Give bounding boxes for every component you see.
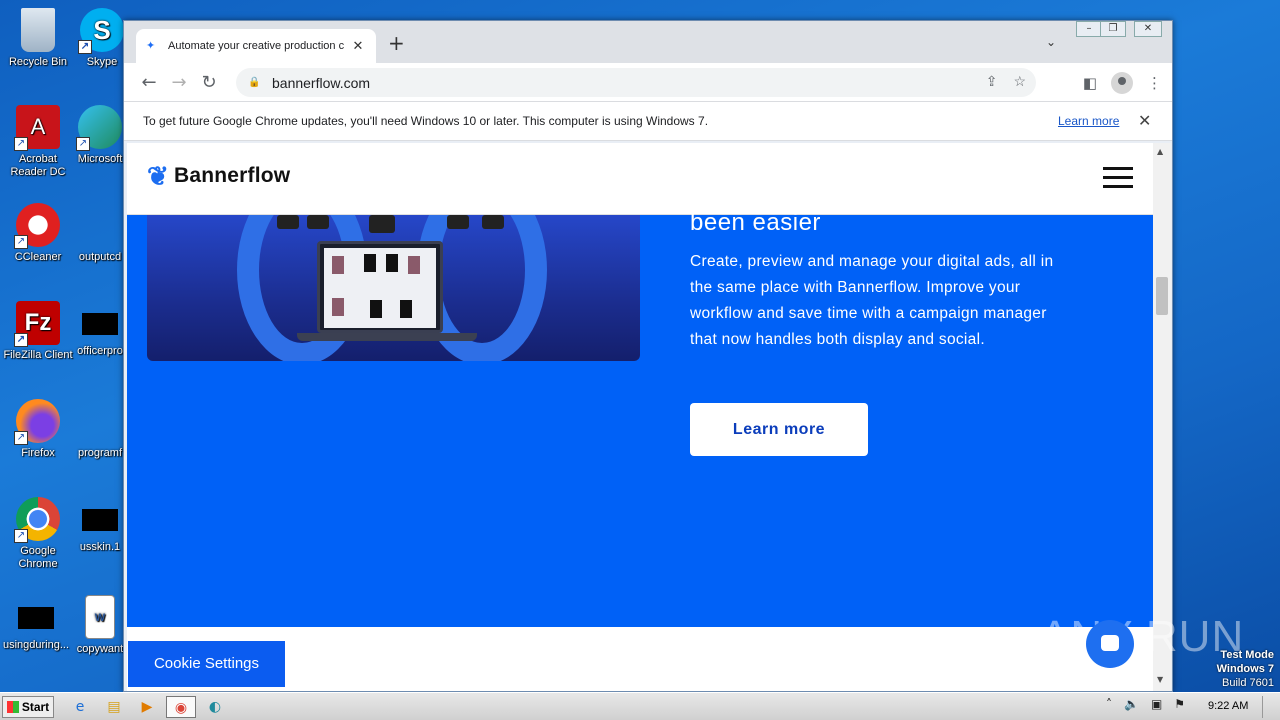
word-document-icon: W bbox=[85, 595, 115, 639]
shortcut-arrow-icon: ↗ bbox=[78, 40, 92, 54]
desktop-icon-label: Recycle Bin bbox=[8, 56, 68, 68]
action-center-flag-icon[interactable]: ⚑ bbox=[1174, 697, 1185, 711]
desktop-icon-label: CCleaner bbox=[14, 251, 62, 263]
new-tab-button[interactable]: + bbox=[388, 33, 405, 53]
share-icon[interactable]: ⇪ bbox=[986, 73, 998, 90]
desktop-icon-usingduring[interactable]: usingduring... bbox=[0, 595, 72, 652]
file-icon bbox=[78, 203, 122, 247]
page-scrollbar[interactable]: ▲ ▼ bbox=[1153, 143, 1171, 691]
tab-title: Automate your creative production c bbox=[168, 40, 345, 52]
forward-arrow-icon[interactable]: → bbox=[164, 72, 194, 93]
chrome-icon: ↗ bbox=[14, 497, 60, 543]
windows-flag-icon bbox=[6, 701, 19, 713]
lock-icon: 🔒 bbox=[248, 76, 261, 88]
butterfly-logo-icon: ❦ bbox=[147, 161, 169, 191]
recycle-bin-icon bbox=[21, 8, 55, 52]
desktop-icon-label: Microsoft bbox=[77, 153, 123, 165]
desktop-icon-label: programf bbox=[77, 447, 123, 459]
menu-kebab-icon[interactable]: ⋮ bbox=[1147, 74, 1162, 92]
minimize-button[interactable]: – bbox=[1076, 21, 1102, 37]
network-icon[interactable]: ▣ bbox=[1151, 697, 1162, 711]
infobar-close-icon[interactable]: ✕ bbox=[1138, 111, 1151, 131]
start-button[interactable]: Start bbox=[2, 696, 54, 718]
desktop-icon-label: FileZilla Client bbox=[3, 349, 73, 361]
volume-icon[interactable]: 🔈 bbox=[1124, 697, 1139, 711]
url-text: bannerflow.com bbox=[272, 74, 371, 91]
desktop-icon-microsoft-edge[interactable]: ↗ Microsoft bbox=[70, 105, 130, 166]
logo-text: Bannerflow bbox=[174, 164, 291, 187]
shortcut-arrow-icon: ↗ bbox=[76, 137, 90, 151]
tray-expand-icon[interactable]: ˄ bbox=[1106, 697, 1112, 711]
scroll-down-icon[interactable]: ▼ bbox=[1157, 675, 1163, 684]
profile-avatar-icon[interactable] bbox=[1111, 72, 1133, 94]
desktop-icon-label: Acrobat Reader DC bbox=[10, 153, 66, 178]
back-arrow-icon[interactable]: ← bbox=[134, 72, 164, 93]
browser-tab[interactable]: ✦ Automate your creative production c ✕ bbox=[136, 29, 376, 63]
show-desktop-button[interactable] bbox=[1262, 696, 1278, 718]
desktop-icon-recycle-bin[interactable]: Recycle Bin bbox=[0, 8, 76, 69]
close-window-button[interactable]: ✕ bbox=[1134, 21, 1162, 37]
taskbar: Start e ▤ ▶ ◉ ◐ ˄ 🔈 ▣ ⚑ 9:22 AM bbox=[0, 692, 1280, 720]
shortcut-arrow-icon: ↗ bbox=[14, 529, 28, 543]
file-icon bbox=[18, 607, 54, 629]
desktop-icon-label: Google Chrome bbox=[18, 545, 58, 570]
learn-more-button[interactable]: Learn more bbox=[690, 403, 868, 456]
side-panel-icon[interactable]: ◧ bbox=[1083, 74, 1097, 92]
site-header: ❦ Bannerflow bbox=[127, 143, 1153, 215]
desktop-icon-label: outputcd bbox=[78, 251, 122, 263]
desktop-icon-label: usingduring... bbox=[2, 639, 70, 651]
infobar-learn-more-link[interactable]: Learn more bbox=[1058, 114, 1119, 128]
chrome-taskbar-icon[interactable]: ◉ bbox=[166, 696, 196, 718]
reload-icon[interactable]: ↻ bbox=[194, 72, 224, 93]
desktop-icon-label: Skype bbox=[86, 56, 118, 68]
bannerflow-logo[interactable]: ❦ Bannerflow bbox=[147, 163, 290, 189]
media-player-icon[interactable]: ▶ bbox=[135, 696, 159, 718]
edge-taskbar-icon[interactable]: ◐ bbox=[203, 696, 227, 718]
acrobat-icon: A ↗ bbox=[14, 105, 60, 151]
edge-icon: ↗ bbox=[76, 105, 122, 151]
chat-widget-icon[interactable] bbox=[1086, 620, 1134, 668]
skype-icon: S ↗ bbox=[78, 8, 124, 54]
hamburger-menu-icon[interactable] bbox=[1103, 167, 1133, 189]
system-tray: ˄ 🔈 ▣ ⚑ bbox=[1106, 697, 1185, 711]
desktop-icon-acrobat[interactable]: A ↗ Acrobat Reader DC bbox=[0, 105, 76, 179]
shortcut-arrow-icon: ↗ bbox=[14, 235, 28, 249]
browser-toolbar: ← → ↻ 🔒 bannerflow.com ⇪ ☆ ◧ ⋮ bbox=[124, 63, 1172, 101]
restore-button[interactable]: ❐ bbox=[1100, 21, 1126, 37]
bannerflow-favicon-icon: ✦ bbox=[146, 40, 156, 52]
tab-search-chevron-icon[interactable]: ⌄ bbox=[1046, 35, 1056, 49]
firefox-icon: ↗ bbox=[14, 399, 60, 445]
desktop-icon-label: usskin.1 bbox=[79, 541, 121, 553]
desktop-icon-label: Firefox bbox=[21, 447, 55, 459]
address-bar[interactable]: 🔒 bannerflow.com ⇪ ☆ bbox=[236, 68, 1036, 97]
filezilla-icon: Fz ↗ bbox=[14, 301, 60, 347]
file-icon bbox=[82, 509, 118, 531]
tab-close-icon[interactable]: ✕ bbox=[350, 38, 366, 54]
tab-strip: ✦ Automate your creative production c ✕ … bbox=[124, 21, 1172, 63]
hero-paragraph: Create, preview and manage your digital … bbox=[690, 253, 1054, 348]
hero-image bbox=[147, 215, 640, 361]
shortcut-arrow-icon: ↗ bbox=[14, 333, 28, 347]
shortcut-arrow-icon: ↗ bbox=[14, 431, 28, 445]
chrome-window: ✦ Automate your creative production c ✕ … bbox=[123, 20, 1173, 692]
file-explorer-icon[interactable]: ▤ bbox=[102, 696, 126, 718]
infobar-message: To get future Google Chrome updates, you… bbox=[143, 114, 709, 128]
hero-heading: been easier bbox=[690, 209, 821, 236]
desktop-icon-label: copywant bbox=[76, 643, 124, 655]
scrollbar-thumb[interactable] bbox=[1156, 277, 1168, 315]
bookmark-star-icon[interactable]: ☆ bbox=[1013, 73, 1026, 90]
cookie-settings-button[interactable]: Cookie Settings bbox=[128, 641, 285, 687]
file-icon bbox=[78, 399, 122, 443]
ccleaner-icon: ↗ bbox=[14, 203, 60, 249]
internet-explorer-icon[interactable]: e bbox=[68, 696, 92, 718]
desktop-icon-label: officerpro bbox=[77, 345, 123, 357]
clock[interactable]: 9:22 AM bbox=[1208, 700, 1248, 712]
page-viewport: ❦ Bannerflow been easier Create, preview… bbox=[127, 143, 1153, 691]
file-icon bbox=[82, 313, 118, 335]
shortcut-arrow-icon: ↗ bbox=[14, 137, 28, 151]
anyrun-watermark: ANY RUN bbox=[1040, 612, 1245, 661]
test-mode-label: Test Mode Windows 7 Build 7601 bbox=[1216, 649, 1274, 689]
scroll-up-icon[interactable]: ▲ bbox=[1157, 147, 1163, 156]
update-infobar: To get future Google Chrome updates, you… bbox=[124, 101, 1172, 141]
